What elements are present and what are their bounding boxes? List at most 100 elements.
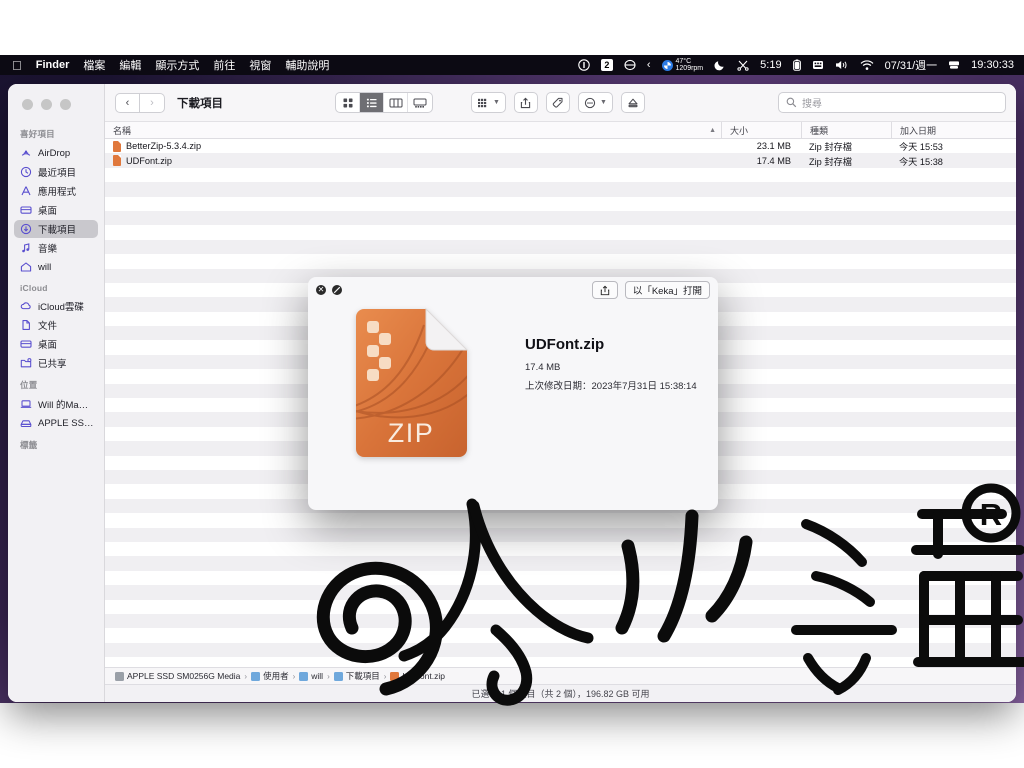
chevron-left-icon[interactable]: ‹ bbox=[647, 58, 651, 72]
path-segment-file[interactable]: UDFont.zip bbox=[390, 671, 445, 681]
path-separator-icon: › bbox=[244, 671, 248, 681]
sidebar-item-apple-ssd[interactable]: APPLE SS… bbox=[14, 414, 98, 432]
sidebar-item-recents[interactable]: 最近項目 bbox=[14, 163, 98, 181]
back-button[interactable]: ‹ bbox=[115, 92, 140, 113]
search-field[interactable]: 搜尋 bbox=[778, 92, 1006, 113]
clock-display[interactable]: 19:30:33 bbox=[971, 59, 1014, 71]
path-segment-home[interactable]: will bbox=[299, 671, 323, 681]
empty-row bbox=[105, 182, 1016, 197]
empty-row bbox=[105, 556, 1016, 571]
path-separator-icon: › bbox=[327, 671, 330, 681]
fan-temp: 47°C bbox=[675, 57, 692, 65]
menu-item-finder[interactable]: Finder bbox=[36, 59, 70, 71]
sidebar-item-music[interactable]: 音樂 bbox=[14, 239, 98, 257]
column-header-size[interactable]: 大小 bbox=[721, 122, 801, 138]
column-header-label: 名稱 bbox=[113, 125, 132, 136]
open-with-keka-button[interactable]: 以「Keka」打開 bbox=[624, 281, 710, 299]
table-row[interactable]: UDFont.zip 17.4 MB Zip 封存檔 今天 15:38 bbox=[105, 153, 1016, 168]
sidebar-item-desktop[interactable]: 桌面 bbox=[14, 201, 98, 219]
sidebar-item-label: Will 的Ma… bbox=[38, 400, 89, 411]
finder-toolbar: ‹ › 下載項目 ▼ ▼ 搜尋 bbox=[105, 84, 1016, 122]
menu-item-edit[interactable]: 編輯 bbox=[119, 57, 141, 73]
info-icon[interactable] bbox=[578, 58, 590, 72]
sidebar-item-icloud-desktop[interactable]: 桌面 bbox=[14, 335, 98, 353]
table-row[interactable]: BetterZip-5.3.4.zip 23.1 MB Zip 封存檔 今天 1… bbox=[105, 139, 1016, 153]
do-not-disturb-moon-icon[interactable] bbox=[714, 58, 726, 72]
maximize-button[interactable] bbox=[60, 99, 71, 110]
list-view-button[interactable] bbox=[360, 93, 384, 112]
zip-file-icon bbox=[113, 140, 121, 152]
column-view-button[interactable] bbox=[384, 93, 408, 112]
minimize-button[interactable] bbox=[41, 99, 52, 110]
sidebar-item-applications[interactable]: 應用程式 bbox=[14, 182, 98, 200]
file-size-cell: 17.4 MB bbox=[756, 155, 791, 166]
quick-look-modified-date: 上次修改日期：2023年7月31日 15:38:14 bbox=[525, 380, 697, 392]
sidebar-item-label: will bbox=[38, 261, 52, 273]
sidebar-section-tags-header: 標籤 bbox=[20, 440, 38, 450]
icon-view-button[interactable] bbox=[336, 93, 360, 112]
menu-item-window[interactable]: 視窗 bbox=[249, 57, 271, 73]
column-header-name[interactable]: 名稱 ▲ bbox=[105, 122, 721, 138]
sidebar-item-label: 應用程式 bbox=[38, 187, 77, 198]
tags-button[interactable] bbox=[545, 92, 570, 113]
path-segment-label: 下載項目 bbox=[345, 671, 380, 681]
file-name-label: UDFont.zip bbox=[126, 155, 172, 166]
quick-look-close-button[interactable]: ✕ bbox=[316, 285, 326, 295]
bartender-icon[interactable] bbox=[624, 58, 636, 72]
scissors-icon[interactable] bbox=[737, 58, 749, 72]
quick-look-window: ✕ 以「Keka」打開 ZIP UDFont.zip 17.4 MB 上次修改日… bbox=[308, 277, 718, 510]
menu-item-view[interactable]: 顯示方式 bbox=[155, 57, 199, 73]
file-name-cell: UDFont.zip bbox=[105, 155, 721, 167]
empty-row bbox=[105, 197, 1016, 211]
sidebar-item-icloud-drive[interactable]: iCloud雲碟 bbox=[14, 297, 98, 315]
svg-text:ZIP: ZIP bbox=[388, 418, 435, 448]
column-header-kind[interactable]: 種類 bbox=[801, 122, 891, 138]
apple-logo-icon[interactable]:  bbox=[12, 59, 22, 72]
sidebar-item-airdrop[interactable]: AirDrop bbox=[14, 144, 98, 162]
path-segment-users[interactable]: 使用者 bbox=[251, 670, 289, 682]
wifi-icon[interactable] bbox=[860, 58, 874, 72]
battery-icon[interactable] bbox=[792, 58, 801, 72]
action-menu-button[interactable]: ▼ bbox=[577, 92, 613, 113]
quick-look-share-button[interactable] bbox=[591, 281, 618, 299]
gallery-view-button[interactable] bbox=[408, 93, 432, 112]
sidebar-item-shared[interactable]: 已共享 bbox=[14, 354, 98, 372]
volume-icon[interactable] bbox=[835, 58, 849, 72]
fan-rpm: 1209rpm bbox=[675, 65, 704, 72]
sidebar-item-label: 音樂 bbox=[38, 244, 58, 255]
column-header-date-added[interactable]: 加入日期 bbox=[891, 122, 1016, 138]
path-segment-label: will bbox=[311, 671, 324, 681]
forward-button[interactable]: › bbox=[140, 92, 165, 113]
path-segment-downloads[interactable]: 下載項目 bbox=[333, 670, 380, 682]
fan-control-icon[interactable]: 47°C 1209rpm bbox=[661, 57, 704, 73]
empty-row bbox=[105, 254, 1016, 268]
badge-two-icon[interactable]: 2 bbox=[600, 59, 613, 71]
navigation-buttons: ‹ › bbox=[115, 92, 165, 113]
sidebar-item-documents[interactable]: 文件 bbox=[14, 316, 98, 334]
sidebar-item-downloads[interactable]: 下載項目 bbox=[14, 220, 98, 238]
sidebar-item-label: 桌面 bbox=[38, 340, 58, 351]
timer-display[interactable]: 5:19 bbox=[760, 59, 781, 71]
sidebar-item-will-mac[interactable]: Will 的Ma… bbox=[14, 395, 98, 413]
share-button[interactable] bbox=[513, 92, 538, 113]
applications-icon bbox=[20, 185, 32, 197]
menu-item-go[interactable]: 前往 bbox=[213, 57, 235, 73]
menu-item-file[interactable]: 檔案 bbox=[83, 57, 105, 73]
quick-look-fullscreen-button[interactable] bbox=[332, 285, 342, 295]
menu-item-help[interactable]: 輔助說明 bbox=[285, 57, 329, 73]
folder-icon bbox=[333, 671, 343, 681]
close-button[interactable] bbox=[22, 99, 33, 110]
time-machine-icon[interactable] bbox=[948, 58, 960, 72]
sidebar-section-favorites-header: 喜好項目 bbox=[20, 129, 55, 139]
group-by-button[interactable]: ▼ bbox=[471, 92, 506, 113]
sidebar-item-home-will[interactable]: will bbox=[14, 258, 98, 276]
finder-sidebar: 喜好項目 AirDrop 最近項目 應用程式 桌面 下載項目 音樂 will i… bbox=[8, 84, 105, 702]
empty-row bbox=[105, 585, 1016, 600]
path-segment-drive[interactable]: APPLE SSD SM0256G Media bbox=[115, 671, 240, 681]
menu-bar-status-items: 2 ‹ 47°C 1209rpm 5:19 07/31/週一 19:30:33 bbox=[578, 57, 1024, 73]
path-separator-icon: › bbox=[383, 671, 387, 681]
file-list-header: 名稱 ▲ 大小 種類 加入日期 bbox=[105, 122, 1016, 139]
eject-button[interactable] bbox=[620, 92, 645, 113]
date-display[interactable]: 07/31/週一 bbox=[885, 57, 938, 73]
keyboard-icon[interactable] bbox=[812, 58, 824, 72]
